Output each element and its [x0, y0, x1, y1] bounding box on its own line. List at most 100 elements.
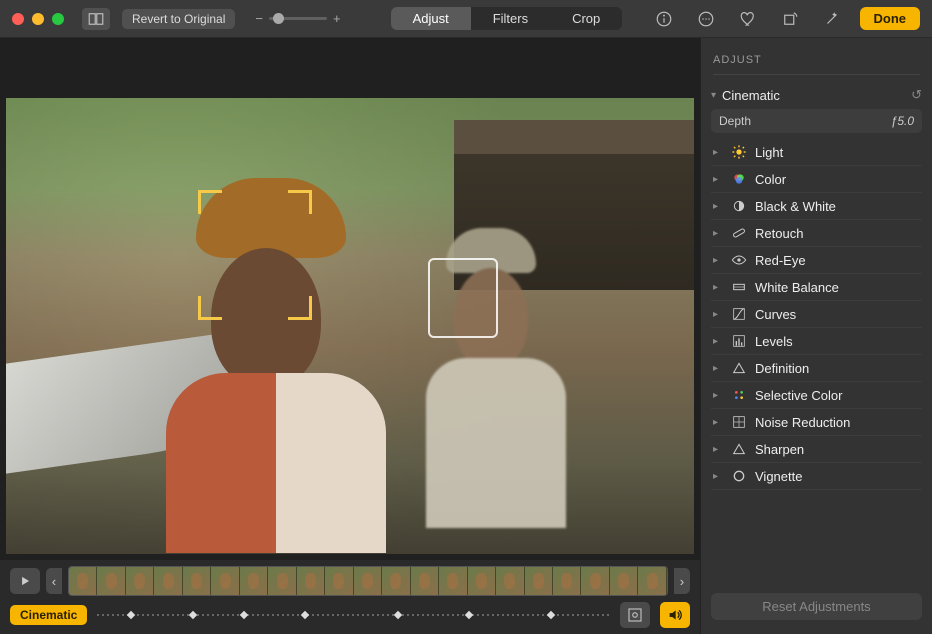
adjust-item-sharpen[interactable]: ▸Sharpen: [711, 436, 922, 463]
chevron-right-icon: ▸: [713, 390, 723, 401]
filmstrip-frame[interactable]: [240, 567, 268, 595]
adjust-item-retouch[interactable]: ▸Retouch: [711, 220, 922, 247]
filmstrip-frame[interactable]: [97, 567, 125, 595]
filmstrip-frame[interactable]: [638, 567, 666, 595]
filmstrip-frame[interactable]: [183, 567, 211, 595]
reset-adjustments-button[interactable]: Reset Adjustments: [711, 593, 922, 620]
auto-focus-target-button[interactable]: [620, 602, 650, 628]
filmstrip-frame[interactable]: [268, 567, 296, 595]
cinematic-header[interactable]: ▾ Cinematic ↺: [711, 81, 922, 109]
filmstrip-frame[interactable]: [211, 567, 239, 595]
compare-split-icon[interactable]: [82, 8, 110, 30]
filmstrip-frame[interactable]: [525, 567, 553, 595]
tab-crop[interactable]: Crop: [550, 7, 622, 30]
adjust-item-color[interactable]: ▸Color: [711, 166, 922, 193]
keyframe-marker[interactable]: [301, 611, 309, 619]
focus-bracket-secondary[interactable]: [428, 258, 498, 338]
adjust-item-levels[interactable]: ▸Levels: [711, 328, 922, 355]
zoom-out-icon[interactable]: −: [255, 11, 263, 26]
fullscreen-window-button[interactable]: [52, 13, 64, 25]
depth-row[interactable]: Depth ƒ5.0: [711, 109, 922, 133]
filmstrip-frame[interactable]: [325, 567, 353, 595]
auto-enhance-icon[interactable]: [818, 8, 846, 30]
ring-icon: [731, 468, 747, 484]
filmstrip-frame[interactable]: [439, 567, 467, 595]
filmstrip-frame[interactable]: [581, 567, 609, 595]
adjustment-list: ▸Light▸Color▸Black & White▸Retouch▸Red-E…: [711, 139, 922, 490]
favorite-heart-icon[interactable]: [734, 8, 762, 30]
curves-icon: [731, 306, 747, 322]
trim-start-handle[interactable]: ‹: [46, 568, 62, 594]
chevron-right-icon: ▸: [713, 228, 723, 239]
filmstrip[interactable]: [68, 566, 668, 596]
filmstrip-frame[interactable]: [382, 567, 410, 595]
play-button[interactable]: [10, 568, 40, 594]
filmstrip-frame[interactable]: [297, 567, 325, 595]
chevron-right-icon: ▸: [713, 255, 723, 266]
keyframe-marker[interactable]: [393, 611, 401, 619]
filmstrip-frame[interactable]: [411, 567, 439, 595]
cinematic-badge[interactable]: Cinematic: [10, 605, 87, 625]
chevron-right-icon: ▸: [713, 336, 723, 347]
canvas-area: ‹ › Cinematic: [0, 38, 700, 634]
filmstrip-frame[interactable]: [468, 567, 496, 595]
keyframe-marker[interactable]: [127, 611, 135, 619]
done-button[interactable]: Done: [860, 7, 921, 30]
depth-label: Depth: [719, 114, 751, 128]
zoom-in-icon[interactable]: +: [333, 11, 341, 26]
eye-icon: [731, 252, 747, 268]
tab-filters[interactable]: Filters: [471, 7, 550, 30]
zoom-control[interactable]: − +: [255, 11, 340, 26]
cinematic-label: Cinematic: [722, 88, 780, 103]
depth-value: ƒ5.0: [891, 114, 914, 128]
keyframe-marker[interactable]: [547, 611, 555, 619]
keyframe-marker[interactable]: [465, 611, 473, 619]
adjust-item-white-balance[interactable]: ▸White Balance: [711, 274, 922, 301]
chevron-down-icon: ▾: [711, 90, 716, 101]
filmstrip-frame[interactable]: [610, 567, 638, 595]
trim-end-handle[interactable]: ›: [674, 568, 690, 594]
keyframe-marker[interactable]: [240, 611, 248, 619]
adjust-item-vignette[interactable]: ▸Vignette: [711, 463, 922, 490]
filmstrip-frame[interactable]: [553, 567, 581, 595]
adjust-item-black-white[interactable]: ▸Black & White: [711, 193, 922, 220]
adjust-item-curves[interactable]: ▸Curves: [711, 301, 922, 328]
revert-to-original-button[interactable]: Revert to Original: [122, 9, 235, 29]
window-controls: [12, 13, 64, 25]
chevron-right-icon: ▸: [713, 417, 723, 428]
filmstrip-frame[interactable]: [126, 567, 154, 595]
tab-adjust[interactable]: Adjust: [391, 7, 471, 30]
filmstrip-frame[interactable]: [354, 567, 382, 595]
more-icon[interactable]: [692, 8, 720, 30]
filmstrip-frame[interactable]: [496, 567, 524, 595]
keyframe-marker[interactable]: [188, 611, 196, 619]
adjust-item-label: Vignette: [755, 469, 802, 484]
rgb-circle-icon: [731, 171, 747, 187]
timeline: ‹ › Cinematic: [0, 560, 700, 634]
adjust-item-definition[interactable]: ▸Definition: [711, 355, 922, 382]
chevron-right-icon: ▸: [713, 309, 723, 320]
chevron-right-icon: ▸: [713, 174, 723, 185]
audio-toggle-button[interactable]: [660, 602, 690, 628]
zoom-slider[interactable]: [269, 17, 327, 20]
cinematic-reset-icon[interactable]: ↺: [911, 87, 922, 103]
adjust-item-noise-reduction[interactable]: ▸Noise Reduction: [711, 409, 922, 436]
adjust-item-selective-color[interactable]: ▸ Selective Color: [711, 382, 922, 409]
adjust-item-light[interactable]: ▸Light: [711, 139, 922, 166]
filmstrip-frame[interactable]: [154, 567, 182, 595]
keyframe-track[interactable]: [97, 610, 610, 620]
adjust-item-label: Selective Color: [755, 388, 842, 403]
rotate-icon[interactable]: [776, 8, 804, 30]
mode-tabs: Adjust Filters Crop: [391, 7, 623, 30]
adjust-item-red-eye[interactable]: ▸Red-Eye: [711, 247, 922, 274]
close-window-button[interactable]: [12, 13, 24, 25]
titlebar: Revert to Original − + Adjust Filters Cr…: [0, 0, 932, 38]
focus-bracket-primary[interactable]: [198, 190, 312, 320]
minimize-window-button[interactable]: [32, 13, 44, 25]
video-preview[interactable]: [6, 98, 694, 554]
eyedropper-icon: [731, 279, 747, 295]
info-icon[interactable]: [650, 8, 678, 30]
adjust-item-label: White Balance: [755, 280, 839, 295]
chevron-right-icon: ▸: [713, 147, 723, 158]
filmstrip-frame[interactable]: [69, 567, 97, 595]
